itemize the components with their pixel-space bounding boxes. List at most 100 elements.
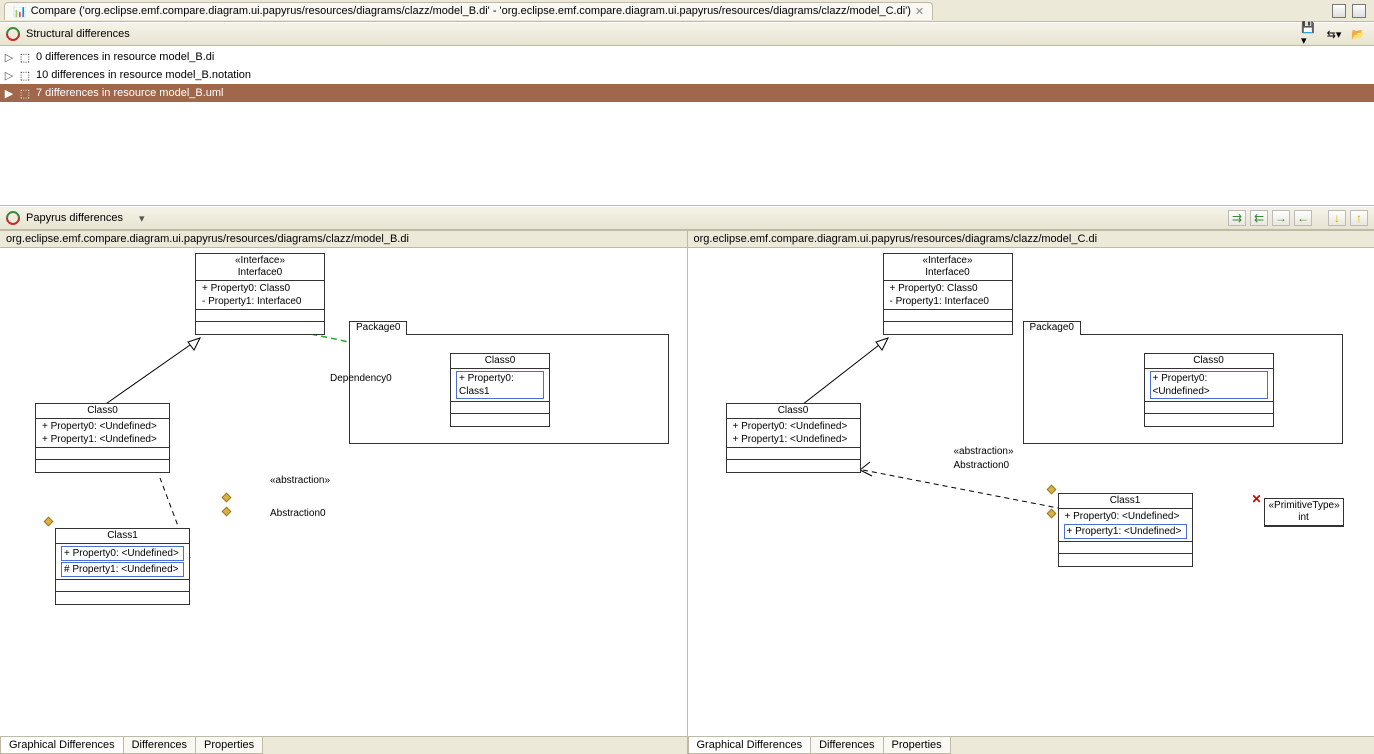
uml-interface0[interactable]: «Interface» Interface0 + Property0: Clas… — [195, 253, 325, 335]
change-marker-icon — [222, 507, 232, 517]
tab-differences[interactable]: Differences — [810, 737, 883, 754]
left-bottom-tabs: Graphical Differences Differences Proper… — [0, 736, 687, 754]
diff-node-icon: ⬚ — [18, 68, 32, 82]
property-row: + Property0: <Undefined> — [731, 420, 856, 433]
uml-package-class0[interactable]: Class0 + Property0: <Undefined> — [1144, 353, 1274, 427]
stereotype-label: «Interface» — [888, 255, 1008, 267]
right-resource-path: org.eclipse.emf.compare.diagram.ui.papyr… — [688, 231, 1374, 248]
expander-icon[interactable]: ▷ — [4, 69, 14, 82]
property-row-changed: + Property0: <Undefined> — [61, 546, 184, 561]
structural-diff-header: Structural differences 💾▾ ⇆▾ 📂 — [0, 22, 1374, 46]
tab-graphical-differences[interactable]: Graphical Differences — [0, 737, 124, 754]
copy-left-icon[interactable]: ← — [1294, 210, 1312, 226]
right-panel: org.eclipse.emf.compare.diagram.ui.papyr… — [688, 231, 1374, 754]
right-bottom-tabs: Graphical Differences Differences Proper… — [688, 736, 1374, 754]
package-name: Package0 — [1023, 321, 1081, 335]
papyrus-logo-icon — [3, 208, 23, 228]
classifier-name: Class0 — [1149, 355, 1269, 367]
property-row: + Property0: Class0 — [200, 282, 320, 295]
filter-icon[interactable]: ⇆▾ — [1324, 25, 1344, 43]
property-row-changed: + Property1: <Undefined> — [1064, 524, 1187, 539]
tree-row-label: 7 differences in resource model_B.uml — [36, 87, 224, 99]
tree-row[interactable]: ▷ ⬚ 10 differences in resource model_B.n… — [0, 66, 1374, 84]
uml-class1[interactable]: Class1 + Property0: <Undefined> + Proper… — [1058, 493, 1193, 567]
change-marker-icon — [1046, 485, 1056, 495]
tab-differences[interactable]: Differences — [123, 737, 196, 754]
expander-icon[interactable]: ▶ — [4, 87, 14, 100]
tab-graphical-differences[interactable]: Graphical Differences — [688, 737, 812, 754]
copy-right-icon[interactable]: → — [1272, 210, 1290, 226]
tree-row[interactable]: ▶ ⬚ 7 differences in resource model_B.um… — [0, 84, 1374, 102]
property-row: + Property0: <Undefined> — [40, 420, 165, 433]
property-row-changed: # Property1: <Undefined> — [61, 562, 184, 577]
uml-package-class0[interactable]: Class0 + Property0: Class1 — [450, 353, 550, 427]
classifier-name: Class1 — [60, 530, 185, 542]
editor-tab-title: Compare ('org.eclipse.emf.compare.diagra… — [31, 5, 911, 17]
copy-all-right-icon[interactable]: ⇉ — [1228, 210, 1246, 226]
dropdown-icon[interactable]: ▾ — [139, 212, 145, 225]
classifier-name: Class0 — [731, 405, 856, 417]
copy-all-left-icon[interactable]: ⇇ — [1250, 210, 1268, 226]
uml-class0[interactable]: Class0 + Property0: <Undefined> + Proper… — [726, 403, 861, 473]
editor-titlebar: 📊 Compare ('org.eclipse.emf.compare.diag… — [0, 0, 1374, 22]
abstraction-label: Abstraction0 — [270, 508, 326, 519]
classifier-name: Interface0 — [888, 267, 1008, 279]
diff-node-icon: ⬚ — [18, 86, 32, 100]
save-dropdown-icon[interactable]: 💾▾ — [1300, 25, 1320, 43]
window-controls — [1332, 4, 1370, 18]
open-folder-icon[interactable]: 📂 — [1348, 25, 1368, 43]
abstraction-stereotype: «abstraction» — [270, 475, 330, 486]
left-canvas[interactable]: «Interface» Interface0 + Property0: Clas… — [0, 248, 687, 736]
stereotype-label: «PrimitiveType» — [1269, 500, 1339, 512]
left-resource-path: org.eclipse.emf.compare.diagram.ui.papyr… — [0, 231, 687, 248]
tree-row[interactable]: ▷ ⬚ 0 differences in resource model_B.di — [0, 48, 1374, 66]
uml-package0[interactable]: Package0 Class0 + Property0: <Undefined> — [1023, 334, 1343, 444]
expander-icon[interactable]: ▷ — [4, 51, 14, 64]
uml-primitive-int[interactable]: «PrimitiveType» int — [1264, 498, 1344, 527]
property-row: + Property1: <Undefined> — [731, 433, 856, 446]
uml-class1[interactable]: Class1 + Property0: <Undefined> # Proper… — [55, 528, 190, 605]
right-canvas[interactable]: «Interface» Interface0 + Property0: Clas… — [688, 248, 1374, 736]
papyrus-diff-title: Papyrus differences — [26, 212, 123, 224]
abstraction-stereotype: «abstraction» — [954, 446, 1014, 457]
property-row: + Property1: <Undefined> — [40, 433, 165, 446]
property-row: + Property0: <Undefined> — [1063, 510, 1188, 523]
change-marker-icon — [44, 517, 54, 527]
prev-diff-icon[interactable]: ↑ — [1350, 210, 1368, 226]
property-row: - Property1: Interface0 — [888, 295, 1008, 308]
tab-properties[interactable]: Properties — [883, 737, 951, 754]
change-marker-icon — [1046, 509, 1056, 519]
package-name: Package0 — [349, 321, 407, 335]
dependency-label: Dependency0 — [330, 373, 392, 384]
abstraction-label: Abstraction0 — [954, 460, 1010, 471]
stereotype-label: «Interface» — [200, 255, 320, 267]
change-marker-icon — [222, 493, 232, 503]
classifier-name: Class0 — [40, 405, 165, 417]
compare-icon: 📊 — [13, 5, 27, 18]
tab-properties[interactable]: Properties — [195, 737, 263, 754]
minimize-icon[interactable] — [1332, 4, 1346, 18]
uml-package0[interactable]: Package0 Class0 + Property0: Class1 — [349, 334, 669, 444]
close-icon[interactable]: ✕ — [915, 5, 924, 18]
uml-interface0[interactable]: «Interface» Interface0 + Property0: Clas… — [883, 253, 1013, 335]
uml-class0[interactable]: Class0 + Property0: <Undefined> + Proper… — [35, 403, 170, 473]
classifier-name: Interface0 — [200, 267, 320, 279]
left-panel: org.eclipse.emf.compare.diagram.ui.papyr… — [0, 231, 688, 754]
property-row-changed: + Property0: Class1 — [456, 371, 544, 399]
maximize-icon[interactable] — [1352, 4, 1366, 18]
papyrus-logo-icon — [3, 24, 23, 44]
structural-diff-tree[interactable]: ▷ ⬚ 0 differences in resource model_B.di… — [0, 46, 1374, 206]
diff-node-icon: ⬚ — [18, 50, 32, 64]
next-diff-icon[interactable]: ↓ — [1328, 210, 1346, 226]
property-row-changed: + Property0: <Undefined> — [1150, 371, 1268, 399]
property-row: + Property0: Class0 — [888, 282, 1008, 295]
classifier-name: Class1 — [1063, 495, 1188, 507]
tree-row-label: 10 differences in resource model_B.notat… — [36, 69, 251, 81]
tree-row-label: 0 differences in resource model_B.di — [36, 51, 214, 63]
classifier-name: Class0 — [455, 355, 545, 367]
property-row: - Property1: Interface0 — [200, 295, 320, 308]
delete-marker-icon: ✕ — [1252, 492, 1262, 506]
editor-tab[interactable]: 📊 Compare ('org.eclipse.emf.compare.diag… — [4, 2, 933, 20]
papyrus-diff-header: Papyrus differences ▾ ⇉ ⇇ → ← ↓ ↑ — [0, 206, 1374, 230]
classifier-name: int — [1269, 512, 1339, 524]
